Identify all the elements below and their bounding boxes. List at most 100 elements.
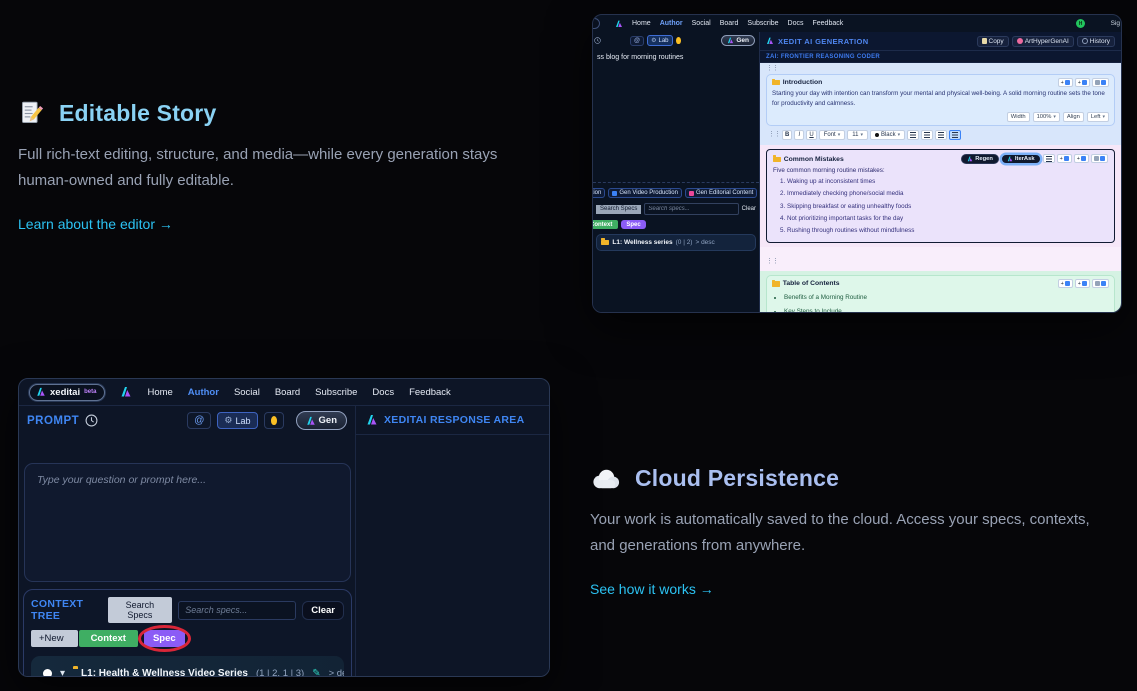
intro-card-body[interactable]: Starting your day with intention can tra… (772, 89, 1109, 109)
underline-button[interactable]: U (806, 130, 816, 140)
context-chip-editorial[interactable]: Gen Editorial Content (685, 188, 757, 198)
tree-item-wellness[interactable]: L1: Wellness series (0 | 2) > desc (596, 234, 756, 251)
list-item[interactable]: Rushing through routines without mindful… (787, 225, 1108, 237)
search-specs-button[interactable]: Search Specs (108, 597, 173, 623)
block-icon (1095, 281, 1100, 286)
add-block-above-button[interactable]: + (1058, 279, 1073, 288)
section-gap: ⋮⋮ (760, 247, 1121, 271)
spec-type-chip[interactable]: Spec (621, 220, 645, 229)
search-specs-input[interactable] (178, 601, 296, 620)
add-block-below-button[interactable]: + (1075, 78, 1090, 87)
lab-button[interactable]: ⚙Lab (217, 412, 257, 429)
italic-button[interactable]: I (794, 130, 804, 140)
mention-button[interactable]: @ (630, 36, 644, 46)
context-chip-video[interactable]: Gen Video Production (608, 188, 682, 198)
nav-item-author[interactable]: Author (188, 387, 219, 398)
mistakes-card[interactable]: Common Mistakes Regen IterAsk + + (766, 149, 1115, 243)
nav-item-home[interactable]: Home (632, 20, 651, 27)
generate-button[interactable]: Gen (296, 411, 347, 430)
beta-badge: beta (84, 389, 96, 395)
menu-button[interactable] (1043, 154, 1055, 163)
brand-pill[interactable]: xeditai beta (29, 384, 105, 401)
see-how-it-works-link[interactable]: See how it works → (590, 581, 714, 597)
history-button[interactable]: History (1077, 36, 1115, 47)
radio-icon[interactable] (43, 669, 52, 678)
regen-button[interactable]: Regen (961, 154, 999, 164)
prompt-text[interactable]: ss blog for morning routines (593, 49, 759, 66)
feature-story-description: Full rich-text editing, structure, and m… (18, 142, 534, 194)
add-block-above-button[interactable]: + (1057, 154, 1072, 163)
nav-item-home[interactable]: Home (147, 387, 172, 398)
context-type-chip[interactable]: Context (79, 630, 138, 647)
color-select[interactable]: Black▾ (870, 130, 905, 140)
art-hypergen-button[interactable]: ArtHyperGenAI (1012, 36, 1074, 47)
nav-item-author[interactable]: Author (660, 20, 683, 27)
list-item[interactable]: Immediately checking phone/social media (787, 188, 1108, 200)
response-title: XEDITAI RESPONSE AREA (384, 414, 525, 426)
pencil-icon[interactable]: ✎ (312, 668, 320, 678)
iterask-button[interactable]: IterAsk (1001, 154, 1041, 164)
history-clock-icon[interactable] (594, 37, 601, 44)
intro-card[interactable]: Introduction + + Starting your day with … (766, 74, 1115, 126)
chevron-down-icon[interactable]: ▾ (60, 668, 65, 678)
lightbulb-button[interactable] (264, 412, 284, 429)
align-select[interactable]: Left▾ (1087, 112, 1109, 122)
context-type-chip[interactable]: Context (593, 220, 618, 229)
clear-button[interactable]: Clear (302, 601, 344, 620)
learn-editor-link[interactable]: Learn about the editor → (18, 216, 173, 232)
delete-block-button[interactable] (1092, 279, 1109, 288)
drag-handle-icon[interactable]: ⋮⋮ (768, 132, 780, 138)
nav-item-subscribe[interactable]: Subscribe (747, 20, 778, 27)
toc-card[interactable]: Table of Contents + + Benefits of a Morn… (766, 275, 1115, 313)
list-item[interactable]: Waking up at inconsistent times (787, 176, 1108, 188)
new-chip-button[interactable]: +New (31, 630, 78, 647)
delete-block-button[interactable] (1091, 154, 1108, 163)
list-button[interactable] (949, 130, 961, 140)
nav-item-docs[interactable]: Docs (788, 20, 804, 27)
add-block-below-button[interactable]: + (1074, 154, 1089, 163)
spec-type-chip-highlighted[interactable]: Spec (144, 630, 185, 647)
copy-button[interactable]: Copy (977, 36, 1009, 47)
add-block-above-button[interactable]: + (1058, 78, 1073, 87)
drag-handle-icon[interactable]: ⋮⋮ (766, 258, 778, 265)
nav-item-docs[interactable]: Docs (372, 387, 394, 398)
mention-button[interactable]: @ (187, 412, 211, 429)
bold-button[interactable]: B (782, 130, 792, 140)
drag-handle-icon[interactable]: ⋮⋮ (766, 66, 1115, 72)
nav-item-social[interactable]: Social (234, 387, 260, 398)
add-block-below-button[interactable]: + (1075, 279, 1090, 288)
nav-item-feedback[interactable]: Feedback (409, 387, 451, 398)
align-button[interactable] (935, 130, 947, 140)
font-select[interactable]: Font▾ (819, 130, 846, 140)
list-item[interactable]: Key Steps to Include (784, 305, 1109, 313)
heading-2-button[interactable] (921, 130, 933, 140)
size-select[interactable]: 11▾ (847, 130, 868, 140)
tree-item-health-wellness[interactable]: ▾ L1: Health & Wellness Video Series (1 … (31, 656, 344, 677)
nav-item-social[interactable]: Social (692, 20, 711, 27)
list-item[interactable]: Not prioritizing important tasks for the… (787, 213, 1108, 225)
search-specs-button[interactable]: Search Specs (596, 205, 641, 214)
lab-button[interactable]: ⚙Lab (647, 35, 672, 46)
search-specs-input[interactable] (644, 203, 738, 215)
generate-button[interactable]: Gen (721, 35, 755, 46)
prompt-input[interactable] (24, 463, 351, 582)
brand-name: xeditai (50, 387, 80, 398)
clear-button[interactable]: Clear (742, 206, 756, 212)
nav-item-subscribe[interactable]: Subscribe (315, 387, 357, 398)
user-avatar[interactable]: H (1076, 19, 1085, 28)
nav-item-board[interactable]: Board (720, 20, 739, 27)
list-item[interactable]: Skipping breakfast or eating unhealthy f… (787, 201, 1108, 213)
list-item[interactable]: Benefits of a Morning Routine (784, 291, 1109, 304)
width-select[interactable]: 100%▾ (1033, 112, 1060, 122)
nav-item-feedback[interactable]: Feedback (813, 20, 844, 27)
lightbulb-icon[interactable] (676, 37, 681, 44)
block-icon (1082, 281, 1087, 286)
generation-header: XEDIT AI GENERATION Copy ArtHyperGenAI H… (760, 32, 1121, 51)
history-clock-icon[interactable] (85, 414, 98, 427)
brand-pill-partial (592, 18, 600, 29)
heading-1-button[interactable] (907, 130, 919, 140)
context-chip-partial[interactable]: duction (593, 188, 605, 198)
nav-item-board[interactable]: Board (275, 387, 300, 398)
delete-block-button[interactable] (1092, 78, 1109, 87)
signin-label-partial[interactable]: Sig (1111, 20, 1120, 27)
